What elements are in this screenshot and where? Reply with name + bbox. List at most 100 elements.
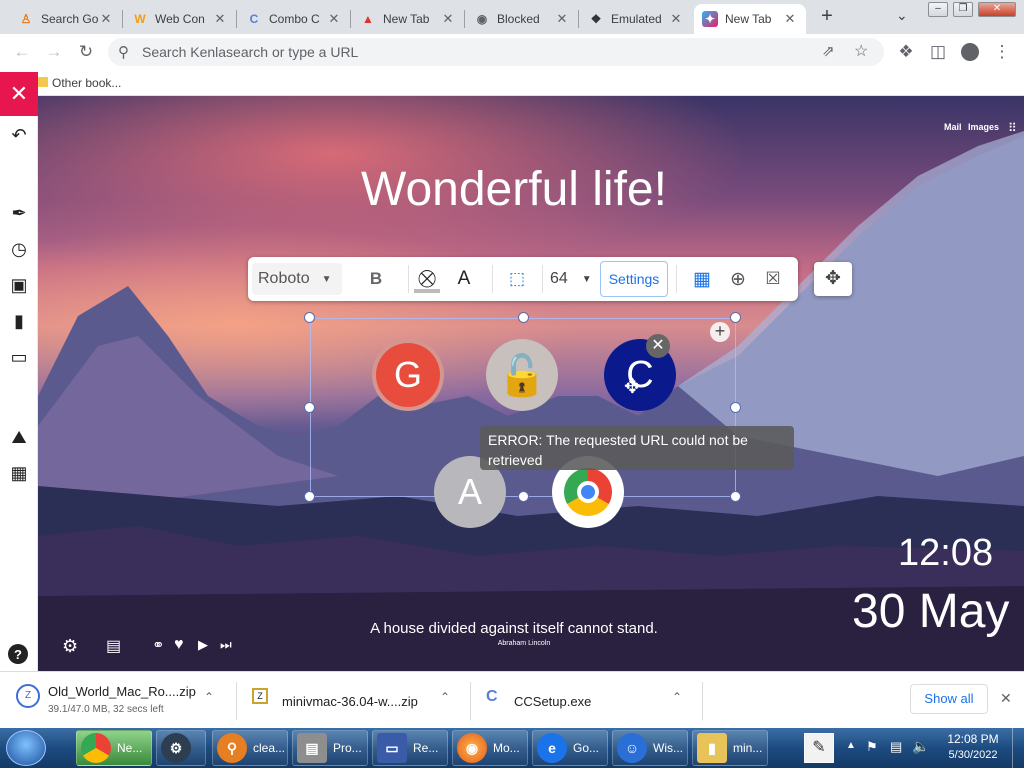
- forward-arrow-icon[interactable]: →: [42, 40, 66, 64]
- border-crop-icon[interactable]: ⬚: [502, 257, 532, 301]
- tab-1[interactable]: ♙ Search Go ✕: [10, 4, 122, 34]
- close-tab-icon[interactable]: ✕: [212, 11, 228, 27]
- taskbar-chrome[interactable]: Ne...: [76, 730, 152, 766]
- new-tab-plus-icon[interactable]: +: [816, 6, 838, 28]
- resize-handle[interactable]: [304, 312, 315, 323]
- menu-kebab-icon[interactable]: ⋮: [990, 40, 1014, 64]
- bookmarks-icon[interactable]: ▮: [8, 310, 30, 332]
- tile-blocked[interactable]: 🔓: [486, 339, 558, 411]
- bold-button[interactable]: B: [358, 257, 394, 301]
- close-tab-icon[interactable]: ✕: [98, 11, 114, 27]
- play-icon[interactable]: ▶: [198, 637, 208, 653]
- minimize-button[interactable]: –: [928, 2, 948, 17]
- image-icon[interactable]: ⛰: [8, 426, 30, 448]
- tab-5[interactable]: ◉ Blocked ✕: [466, 4, 578, 34]
- close-tab-icon[interactable]: ✕: [440, 11, 456, 27]
- brush-icon[interactable]: ✒: [8, 202, 30, 224]
- help-icon[interactable]: ?: [8, 644, 28, 664]
- resize-handle[interactable]: [518, 312, 529, 323]
- font-size-select[interactable]: 64 ▼: [546, 257, 596, 301]
- chevron-up-icon[interactable]: ⌃: [672, 690, 682, 704]
- download-item[interactable]: Z Old_World_Mac_Ro....zip 39.1/47.0 MB, …: [14, 680, 236, 722]
- network-icon[interactable]: ▤: [890, 739, 902, 755]
- taskbar-wise[interactable]: ☺ Wis...: [612, 730, 688, 766]
- share-icon[interactable]: ⇗: [822, 42, 835, 60]
- close-tab-icon[interactable]: ✕: [782, 11, 798, 27]
- side-panel-icon[interactable]: ◫: [926, 40, 950, 64]
- taskbar-date[interactable]: 5/30/2022: [940, 749, 1006, 761]
- zip-file-icon: Z: [16, 684, 40, 708]
- tab-4[interactable]: ▲ New Tab ✕: [352, 4, 464, 34]
- action-center-flag-icon[interactable]: ⚑: [866, 739, 878, 755]
- chat-icon[interactable]: ▤: [106, 636, 121, 656]
- text-color-button[interactable]: A: [450, 257, 478, 301]
- close-window-button[interactable]: ✕: [978, 2, 1016, 17]
- extensions-puzzle-icon[interactable]: ❖: [894, 40, 918, 64]
- taskbar-folder[interactable]: ▮ min...: [692, 730, 768, 766]
- resize-handle[interactable]: [730, 312, 741, 323]
- settings-gear-icon[interactable]: ⚙: [62, 636, 78, 657]
- taskbar-program[interactable]: ▤ Pro...: [292, 730, 368, 766]
- profile-avatar-icon[interactable]: [958, 40, 982, 64]
- images-link[interactable]: Images: [968, 122, 999, 132]
- back-arrow-icon[interactable]: ←: [10, 40, 34, 64]
- tab-2[interactable]: W Web Con ✕: [124, 4, 236, 34]
- close-tab-icon[interactable]: ✕: [554, 11, 570, 27]
- show-desktop-button[interactable]: [1012, 728, 1024, 768]
- taskbar-remote[interactable]: ▭ Re...: [372, 730, 448, 766]
- chevron-up-icon[interactable]: ⌃: [204, 690, 214, 704]
- font-family-select[interactable]: Roboto ▼: [252, 263, 342, 295]
- taskbar-firefox[interactable]: ◉ Mo...: [452, 730, 528, 766]
- clock-icon[interactable]: ◷: [8, 238, 30, 260]
- add-tile-plus-icon[interactable]: +: [710, 322, 730, 342]
- fill-color-icon[interactable]: ⛒: [412, 257, 442, 301]
- close-download-bar-icon[interactable]: ✕: [1000, 690, 1012, 707]
- reload-icon[interactable]: ↻: [74, 40, 98, 64]
- briefcase-icon[interactable]: ▣: [8, 274, 30, 296]
- move-handle-icon[interactable]: ✥: [814, 262, 852, 296]
- tab-6[interactable]: ❖ Emulated ✕: [580, 4, 692, 34]
- maximize-button[interactable]: ❐: [953, 2, 973, 17]
- chevron-up-icon[interactable]: ⌃: [440, 690, 450, 704]
- resize-handle[interactable]: [730, 491, 741, 502]
- resize-handle[interactable]: [518, 491, 529, 502]
- show-all-button[interactable]: Show all: [910, 684, 988, 714]
- heart-icon[interactable]: ♥: [174, 636, 184, 654]
- taskbar-cleaner[interactable]: ⚲ clea...: [212, 730, 288, 766]
- other-bookmarks-link[interactable]: Other book...: [52, 76, 121, 90]
- share-icon[interactable]: ⚭: [152, 636, 165, 654]
- volume-icon[interactable]: 🔈: [912, 738, 929, 755]
- settings-button[interactable]: Settings: [600, 261, 668, 297]
- skip-next-icon[interactable]: ⏭: [220, 637, 232, 653]
- close-editor-button[interactable]: ✕: [0, 72, 38, 116]
- address-bar[interactable]: ⚲ Search Kenlasearch or type a URL ⇗ ☆: [108, 38, 884, 66]
- grid-icon[interactable]: ▦: [688, 257, 716, 301]
- apps-grid-icon[interactable]: ⠿: [1008, 121, 1017, 135]
- close-tab-icon[interactable]: ✕: [326, 11, 342, 27]
- close-tab-icon[interactable]: ✕: [668, 11, 684, 27]
- tab-search-chevron-icon[interactable]: ⌄: [896, 7, 914, 25]
- resize-handle[interactable]: [304, 402, 315, 413]
- taskbar-ie[interactable]: e Go...: [532, 730, 608, 766]
- bookmark-star-icon[interactable]: ☆: [854, 41, 868, 61]
- mail-link[interactable]: Mail: [944, 122, 962, 132]
- resize-handle[interactable]: [730, 402, 741, 413]
- trash-icon[interactable]: ☒: [760, 257, 786, 301]
- tile-google[interactable]: G: [372, 339, 444, 411]
- resize-handle[interactable]: [304, 491, 315, 502]
- tray-expand-icon[interactable]: ▲: [846, 740, 856, 751]
- undo-icon[interactable]: ↶: [8, 124, 30, 146]
- taskbar-time[interactable]: 12:08 PM: [940, 732, 1006, 746]
- download-item[interactable]: Z minivmac-36.04-w....zip ⌃: [250, 680, 470, 722]
- add-element-icon[interactable]: ⊕: [724, 257, 752, 301]
- slideshow-icon[interactable]: ▦: [8, 462, 30, 484]
- window-icon[interactable]: ▭: [8, 346, 30, 368]
- notepad-icon[interactable]: ✎: [804, 733, 834, 763]
- tab-3[interactable]: C Combo C ✕: [238, 4, 350, 34]
- page-title[interactable]: Wonderful life!: [38, 162, 990, 217]
- download-item[interactable]: C CCSetup.exe ⌃: [484, 680, 702, 722]
- remove-tile-close-icon[interactable]: ✕: [646, 334, 670, 358]
- taskbar-steam[interactable]: ⚙: [156, 730, 206, 766]
- tab-7-active[interactable]: ✦ New Tab ✕: [694, 4, 806, 34]
- start-orb-icon[interactable]: [6, 730, 46, 766]
